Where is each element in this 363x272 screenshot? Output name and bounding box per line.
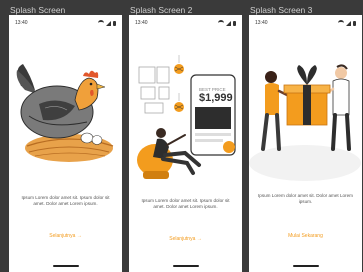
wifi-icon <box>338 20 344 26</box>
home-indicator <box>292 265 319 267</box>
next-link[interactable]: Selanjutnya → <box>129 236 242 242</box>
signal-icon <box>346 20 351 26</box>
battery-icon <box>113 20 116 26</box>
status-bar: 13:40 <box>15 19 116 27</box>
shopping-illustration <box>137 55 236 179</box>
home-indicator <box>52 265 79 267</box>
wifi-icon <box>98 20 104 26</box>
wifi-icon <box>218 20 224 26</box>
status-icons <box>218 20 236 26</box>
status-icons <box>98 20 116 26</box>
get-started-button[interactable]: Mulai Sekarang <box>249 233 362 239</box>
gift-exchange-illustration <box>249 64 361 181</box>
price-value: $1,999 <box>199 92 233 104</box>
phone-screen-3: 13:40 Ipsum Lorem dolor amet sit. Dolor … <box>249 15 362 272</box>
signal-icon <box>106 20 111 26</box>
status-time: 13:40 <box>255 20 268 26</box>
status-bar: 13:40 <box>135 19 236 27</box>
phone-screen-2: 13:40 BEST PRICE $1,999 Ipsum Lorem dolo… <box>129 15 242 272</box>
battery-icon <box>353 20 356 26</box>
signal-icon <box>226 20 231 26</box>
status-time: 13:40 <box>15 20 28 26</box>
home-indicator <box>172 265 199 267</box>
next-link[interactable]: Selanjutnya → <box>9 233 122 239</box>
splash-description: Ipsum Lorem dolor amet sit. Dolor amet L… <box>258 193 353 204</box>
status-bar: 13:40 <box>255 19 356 27</box>
battery-icon <box>233 20 236 26</box>
splash-description: Ipsum Lorem dolor amet sit. Ipsum dolor … <box>21 195 110 206</box>
status-time: 13:40 <box>135 20 148 26</box>
price-tag: BEST PRICE $1,999 <box>199 87 239 104</box>
phone-screen-1: 13:40 Ipsum Lorem dolor amet sit. Ipsum … <box>9 15 122 272</box>
status-icons <box>338 20 356 26</box>
splash-description: Ipsum Lorem dolor amet sit. Ipsum dolor … <box>141 198 230 209</box>
hen-nest-illustration <box>16 64 114 162</box>
